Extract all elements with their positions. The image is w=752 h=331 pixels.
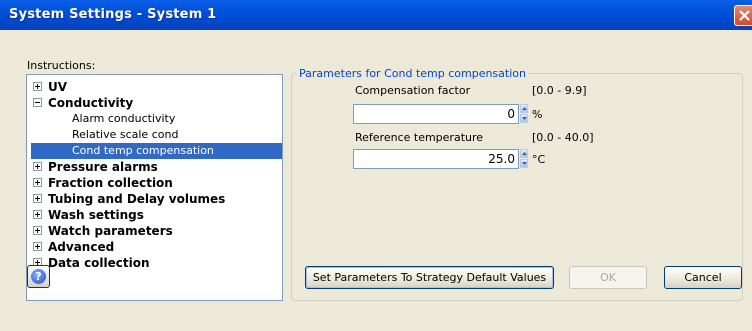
set-defaults-button[interactable]: Set Parameters To Strategy Default Value… xyxy=(305,266,554,289)
reference-temperature-label: Reference temperature xyxy=(355,131,484,144)
compensation-factor-spinner[interactable] xyxy=(520,104,529,123)
compensation-factor-label: Compensation factor xyxy=(355,84,471,97)
cancel-button[interactable]: Cancel xyxy=(664,266,742,289)
tree-item-data-collection[interactable]: Data collection xyxy=(33,255,150,271)
collapse-minus-icon[interactable] xyxy=(33,98,42,107)
instructions-label: Instructions: xyxy=(27,59,96,72)
tree-item-advanced[interactable]: Advanced xyxy=(33,239,114,255)
reference-temperature-spinner[interactable] xyxy=(520,149,529,168)
help-icon: ? xyxy=(31,269,46,284)
expand-plus-icon[interactable] xyxy=(33,178,42,187)
tree-item-cond-temp-compensation[interactable]: Cond temp compensation xyxy=(31,143,282,159)
spin-down-icon[interactable] xyxy=(520,159,528,168)
tree-item-alarm-conductivity[interactable]: Alarm conductivity xyxy=(72,111,175,127)
expand-plus-icon[interactable] xyxy=(33,226,42,235)
close-button[interactable] xyxy=(734,5,752,26)
parameters-group-title: Parameters for Cond temp compensation xyxy=(297,67,528,80)
reference-temperature-unit: °C xyxy=(532,153,546,166)
spin-down-icon[interactable] xyxy=(520,114,528,123)
expand-plus-icon[interactable] xyxy=(33,210,42,219)
tree-item-fraction-collection[interactable]: Fraction collection xyxy=(33,175,173,191)
tree-item-tubing-delay-volumes[interactable]: Tubing and Delay volumes xyxy=(33,191,225,207)
expand-plus-icon[interactable] xyxy=(33,162,42,171)
help-button[interactable]: ? xyxy=(27,265,50,288)
expand-plus-icon[interactable] xyxy=(33,82,42,91)
reference-temperature-range: [0.0 - 40.0] xyxy=(532,131,594,144)
compensation-factor-unit: % xyxy=(532,108,543,121)
close-icon xyxy=(739,10,750,21)
spin-up-icon[interactable] xyxy=(520,104,528,113)
tree-item-wash-settings[interactable]: Wash settings xyxy=(33,207,144,223)
tree-item-conductivity[interactable]: Conductivity xyxy=(33,95,133,111)
window-title: System Settings - System 1 xyxy=(9,7,217,22)
tree-item-pressure-alarms[interactable]: Pressure alarms xyxy=(33,159,158,175)
settings-tree[interactable]: UV Conductivity Alarm conductivity Relat… xyxy=(26,74,283,301)
compensation-factor-input[interactable]: 0 xyxy=(353,104,519,124)
dialog-body: Instructions: UV Conductivity Alarm cond… xyxy=(0,30,752,331)
tree-item-watch-parameters[interactable]: Watch parameters xyxy=(33,223,173,239)
spin-up-icon[interactable] xyxy=(520,149,528,158)
compensation-factor-range: [0.0 - 9.9] xyxy=(532,84,587,97)
ok-button[interactable]: OK xyxy=(569,266,647,289)
reference-temperature-input[interactable]: 25.0 xyxy=(353,149,519,169)
tree-item-relative-scale-cond[interactable]: Relative scale cond xyxy=(72,127,178,143)
expand-plus-icon[interactable] xyxy=(33,194,42,203)
title-bar[interactable]: System Settings - System 1 xyxy=(0,0,752,30)
tree-item-uv[interactable]: UV xyxy=(33,79,67,95)
expand-plus-icon[interactable] xyxy=(33,242,42,251)
